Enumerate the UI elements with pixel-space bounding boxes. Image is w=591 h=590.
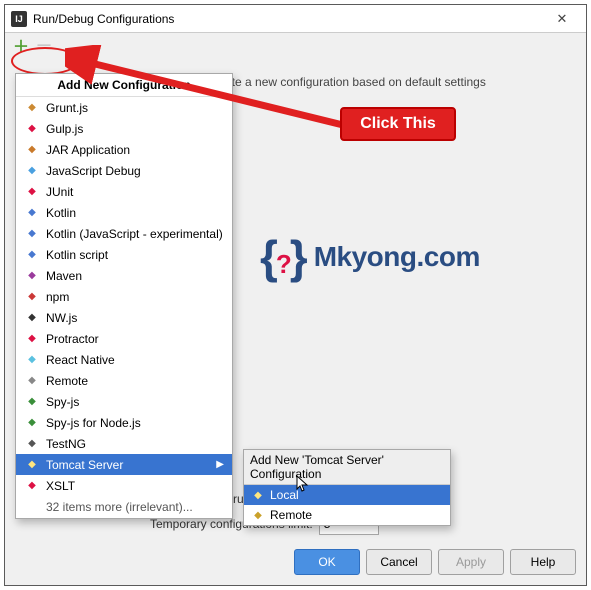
- annotation-callout: Click This: [340, 107, 456, 141]
- menu-item-tomcat-server[interactable]: ◆ Tomcat Server ▶: [16, 454, 232, 475]
- menu-item-npm[interactable]: ◆ npm: [16, 286, 232, 307]
- help-button[interactable]: Help: [510, 549, 576, 575]
- menu-item-gulp-js[interactable]: ◆ Gulp.js: [16, 118, 232, 139]
- tomcat-icon: ◆: [250, 487, 266, 503]
- apply-button[interactable]: Apply: [438, 549, 504, 575]
- config-type-icon: ◆: [24, 205, 40, 221]
- submenu-arrow-icon: ▶: [216, 459, 224, 470]
- menu-item-label: Grunt.js: [46, 101, 88, 115]
- ok-button[interactable]: OK: [294, 549, 360, 575]
- config-type-icon: ◆: [24, 121, 40, 137]
- config-toolbar: ＋ －: [5, 33, 586, 57]
- config-type-icon: ◆: [24, 352, 40, 368]
- menu-item-label: Gulp.js: [46, 122, 83, 136]
- menu-item-label: NW.js: [46, 311, 77, 325]
- mouse-cursor-icon: [296, 475, 310, 496]
- menu-item-label: Kotlin script: [46, 248, 108, 262]
- menu-item-label: XSLT: [46, 479, 75, 493]
- menu-item-label: Kotlin (JavaScript - experimental): [46, 227, 223, 241]
- menu-item-xslt[interactable]: ◆ XSLT: [16, 475, 232, 496]
- menu-item-spy-js[interactable]: ◆ Spy-js: [16, 391, 232, 412]
- menu-item-label: JAR Application: [46, 143, 130, 157]
- menu-item-label: Spy-js for Node.js: [46, 416, 141, 430]
- remove-config-button[interactable]: －: [35, 32, 53, 58]
- submenu-item-label: Remote: [270, 508, 312, 522]
- config-type-icon: ◆: [24, 394, 40, 410]
- submenu-item-remote[interactable]: ◆ Remote: [244, 505, 450, 525]
- config-type-icon: ◆: [24, 247, 40, 263]
- menu-item-label: JavaScript Debug: [46, 164, 141, 178]
- menu-item-remote[interactable]: ◆ Remote: [16, 370, 232, 391]
- dialog-buttons: OK Cancel Apply Help: [294, 549, 576, 575]
- menu-item-grunt-js[interactable]: ◆ Grunt.js: [16, 97, 232, 118]
- menu-item-label: Protractor: [46, 332, 99, 346]
- config-type-icon: ◆: [24, 415, 40, 431]
- config-type-icon: ◆: [24, 184, 40, 200]
- menu-item-label: Kotlin: [46, 206, 76, 220]
- window-title: Run/Debug Configurations: [33, 12, 544, 26]
- config-type-icon: ◆: [24, 478, 40, 494]
- menu-item-kotlin-script[interactable]: ◆ Kotlin script: [16, 244, 232, 265]
- menu-item-javascript-debug[interactable]: ◆ JavaScript Debug: [16, 160, 232, 181]
- menu-item-junit[interactable]: ◆ JUnit: [16, 181, 232, 202]
- config-type-icon: ◆: [24, 226, 40, 242]
- menu-item-protractor[interactable]: ◆ Protractor: [16, 328, 232, 349]
- titlebar: IJ Run/Debug Configurations ✕: [5, 5, 586, 33]
- menu-item-label: Spy-js: [46, 395, 79, 409]
- config-type-icon: ◆: [24, 457, 40, 473]
- config-type-icon: ◆: [24, 436, 40, 452]
- hint-text: to create a new configuration based on d…: [195, 75, 486, 89]
- window-close-button[interactable]: ✕: [544, 11, 580, 27]
- config-type-icon: ◆: [24, 310, 40, 326]
- cancel-button[interactable]: Cancel: [366, 549, 432, 575]
- run-debug-dialog: IJ Run/Debug Configurations ✕ ＋ － Click …: [4, 4, 587, 586]
- menu-item-react-native[interactable]: ◆ React Native: [16, 349, 232, 370]
- config-type-icon: ◆: [24, 163, 40, 179]
- menu-more-items[interactable]: 32 items more (irrelevant)...: [16, 496, 232, 518]
- menu-item-label: Remote: [46, 374, 88, 388]
- menu-item-spy-js-for-node-js[interactable]: ◆ Spy-js for Node.js: [16, 412, 232, 433]
- menu-item-testng[interactable]: ◆ TestNG: [16, 433, 232, 454]
- config-type-icon: ◆: [24, 142, 40, 158]
- add-config-button[interactable]: ＋: [13, 33, 29, 57]
- submenu-item-label: Local: [270, 488, 299, 502]
- menu-heading: Add New Configuration: [16, 74, 232, 97]
- menu-item-label: TestNG: [46, 437, 86, 451]
- menu-item-kotlin[interactable]: ◆ Kotlin: [16, 202, 232, 223]
- submenu-item-local[interactable]: ◆ Local: [244, 485, 450, 505]
- config-type-icon: ◆: [24, 289, 40, 305]
- tomcat-icon: ◆: [250, 507, 266, 523]
- menu-item-maven[interactable]: ◆ Maven: [16, 265, 232, 286]
- config-type-icon: ◆: [24, 100, 40, 116]
- menu-item-label: npm: [46, 290, 69, 304]
- menu-item-label: React Native: [46, 353, 115, 367]
- menu-item-kotlin-javascript-experimental-[interactable]: ◆ Kotlin (JavaScript - experimental): [16, 223, 232, 244]
- config-type-icon: ◆: [24, 373, 40, 389]
- intellij-icon: IJ: [11, 11, 27, 27]
- config-type-icon: ◆: [24, 331, 40, 347]
- submenu-heading: Add New 'Tomcat Server' Configuration: [244, 450, 450, 485]
- mkyong-logo: {?} Mkyong.com: [260, 230, 570, 284]
- menu-item-label: Tomcat Server: [46, 458, 123, 472]
- menu-item-label: JUnit: [46, 185, 73, 199]
- menu-item-jar-application[interactable]: ◆ JAR Application: [16, 139, 232, 160]
- config-type-icon: ◆: [24, 268, 40, 284]
- menu-item-nw-js[interactable]: ◆ NW.js: [16, 307, 232, 328]
- add-new-config-menu[interactable]: Add New Configuration ◆Grunt.js◆Gulp.js◆…: [15, 73, 233, 519]
- tomcat-submenu[interactable]: Add New 'Tomcat Server' Configuration ◆ L…: [243, 449, 451, 526]
- menu-item-label: Maven: [46, 269, 82, 283]
